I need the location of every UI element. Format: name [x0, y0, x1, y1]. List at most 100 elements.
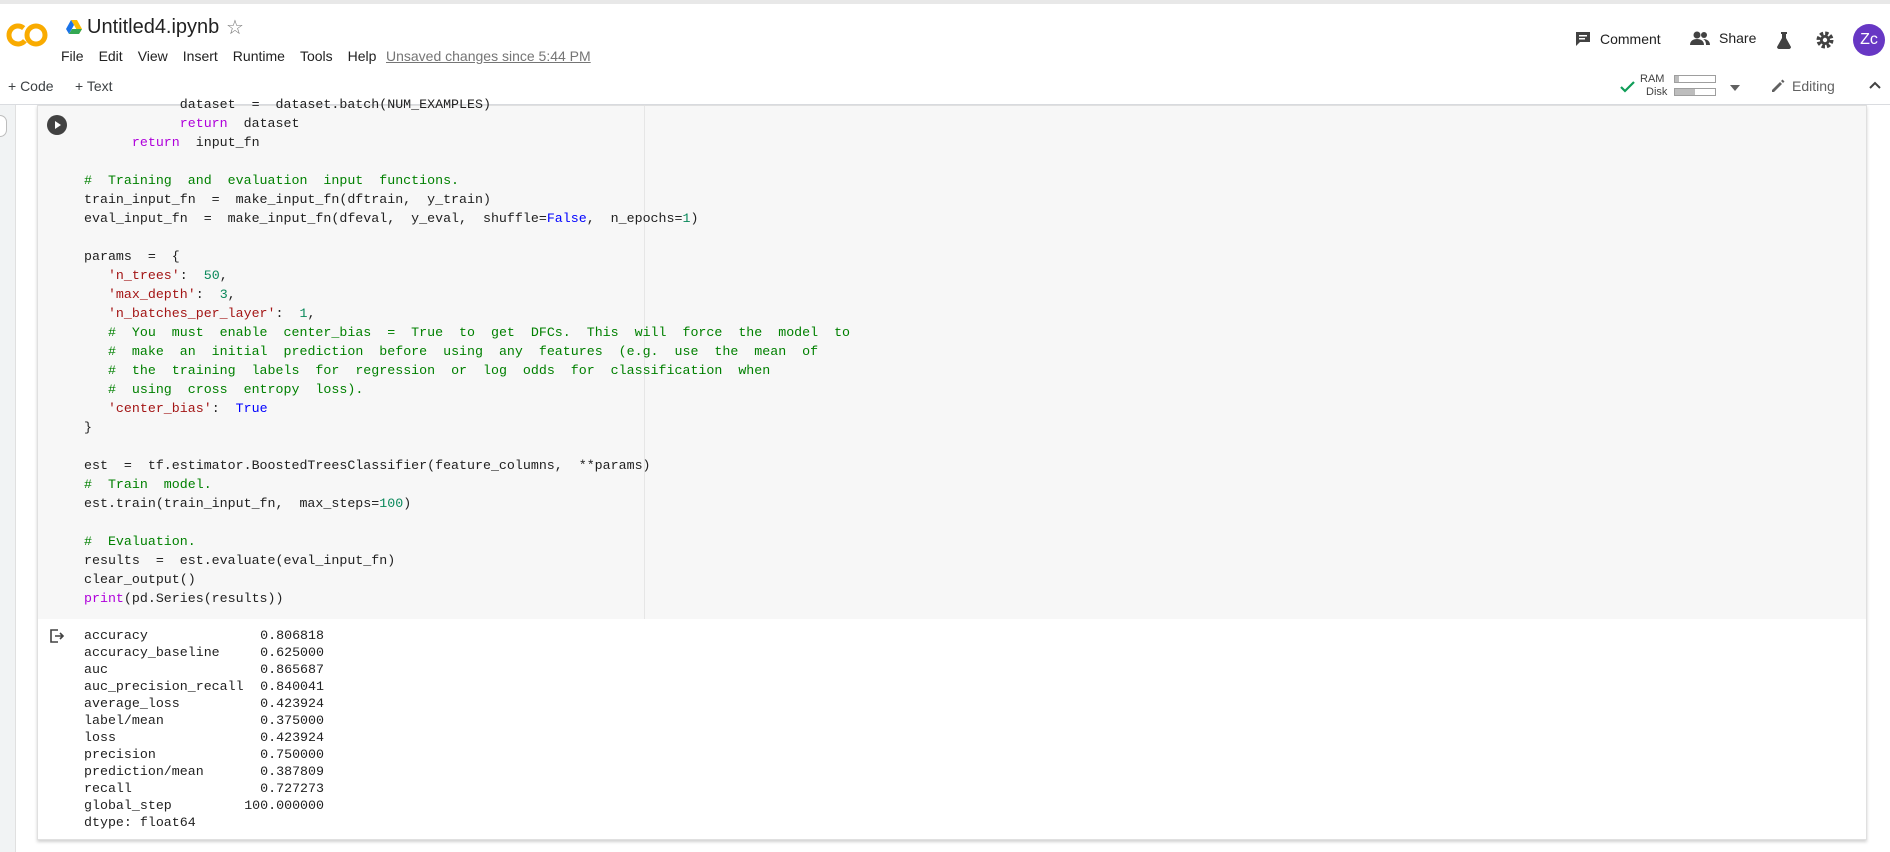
run-cell-button[interactable] — [47, 115, 67, 135]
dtype-line: dtype: float64 — [84, 815, 196, 830]
output-row: loss 0.423924 — [84, 729, 324, 746]
editing-label: Editing — [1792, 78, 1835, 94]
colab-logo[interactable] — [6, 22, 48, 48]
code-line: params = { — [84, 249, 180, 264]
code-editor[interactable]: dataset = dataset.batch(NUM_EXAMPLES) re… — [38, 97, 1866, 619]
code-lines: dataset = dataset.batch(NUM_EXAMPLES) re… — [84, 95, 850, 608]
code-cell[interactable]: dataset = dataset.batch(NUM_EXAMPLES) re… — [37, 97, 1867, 840]
metric-name: label/mean — [84, 713, 164, 728]
check-icon — [1620, 81, 1635, 93]
output-row: global_step 100.000000 — [84, 797, 324, 814]
metric-name: prediction/mean — [84, 764, 204, 779]
side-panel-toggle[interactable] — [0, 115, 7, 137]
flask-icon[interactable] — [1776, 31, 1792, 49]
app-header: Untitled4.ipynb ☆ File Edit View Insert … — [0, 0, 1890, 69]
metric-value: 0.423924 — [260, 696, 324, 711]
code-line: 'n_trees': 50, — [107, 268, 228, 283]
star-icon[interactable]: ☆ — [226, 15, 244, 40]
code-line: 'max_depth': 3, — [107, 287, 236, 302]
menu-runtime[interactable]: Runtime — [233, 48, 285, 64]
caret-down-icon[interactable] — [1730, 84, 1740, 92]
output-icon[interactable] — [49, 628, 65, 644]
notebook-title[interactable]: Untitled4.ipynb — [87, 16, 219, 39]
pencil-icon — [1772, 79, 1785, 92]
code-line: # the training labels for regression or … — [107, 363, 771, 378]
code-line: # Evaluation. — [84, 534, 196, 549]
cell-output: accuracy 0.806818 accuracy_baseline 0.62500… — [38, 619, 1866, 839]
output-row: recall 0.727273 — [84, 780, 324, 797]
output-row: accuracy_baseline 0.625000 — [84, 644, 324, 661]
code-line: 'center_bias': True — [107, 401, 268, 416]
output-row: auc 0.865687 — [84, 661, 324, 678]
code-line: train_input_fn = make_input_fn(dftrain, … — [84, 192, 491, 207]
code-line: clear_output() — [84, 572, 196, 587]
avatar[interactable]: Zc — [1853, 24, 1885, 56]
code-line: return dataset — [179, 116, 300, 131]
share-label: Share — [1719, 30, 1757, 46]
metric-name: recall — [84, 781, 132, 796]
metric-value: 0.806818 — [260, 628, 324, 643]
metric-value: 0.750000 — [260, 747, 324, 762]
code-line: # using cross entropy loss). — [107, 382, 364, 397]
disk-usage-bar — [1674, 88, 1716, 96]
editing-mode-button[interactable]: Editing — [1770, 78, 1835, 94]
ram-label: RAM — [1640, 73, 1665, 85]
menu-insert[interactable]: Insert — [183, 48, 218, 64]
ram-usage-bar — [1674, 75, 1716, 83]
output-row: accuracy 0.806818 — [84, 627, 324, 644]
menu-tools[interactable]: Tools — [300, 48, 333, 64]
output-row: average_loss 0.423924 — [84, 695, 324, 712]
gear-icon[interactable] — [1815, 30, 1835, 50]
unsaved-changes-link[interactable]: Unsaved changes since 5:44 PM — [386, 48, 591, 64]
add-code-button[interactable]: + Code — [8, 78, 54, 94]
code-line: return input_fn — [131, 135, 260, 150]
add-text-button[interactable]: + Text — [75, 78, 113, 94]
disk-usage-fill — [1675, 89, 1695, 95]
code-line: print(pd.Series(results)) — [84, 591, 284, 606]
code-line: } — [84, 420, 92, 435]
people-icon — [1690, 31, 1710, 45]
comment-button[interactable]: Comment — [1574, 30, 1661, 48]
metric-value: 0.375000 — [260, 713, 324, 728]
chevron-up-icon[interactable] — [1868, 78, 1882, 92]
metric-value: 0.727273 — [260, 781, 324, 796]
metric-value: 0.625000 — [260, 645, 324, 660]
metric-value: 100.000000 — [244, 798, 324, 813]
disk-label: Disk — [1646, 86, 1668, 98]
metric-value: 0.840041 — [260, 679, 324, 694]
code-line: eval_input_fn = make_input_fn(dfeval, y_… — [84, 211, 699, 226]
ram-usage-fill — [1675, 76, 1679, 82]
metric-name: global_step — [84, 798, 172, 813]
code-line: # You must enable center_bias = True to … — [107, 325, 851, 340]
metric-value: 0.387809 — [260, 764, 324, 779]
output-row: auc_precision_recall 0.840041 — [84, 678, 324, 695]
menu-edit[interactable]: Edit — [99, 48, 123, 64]
code-line: # Training and evaluation input function… — [84, 173, 460, 188]
drive-icon[interactable] — [66, 20, 82, 34]
code-line: est = tf.estimator.BoostedTreesClassifie… — [84, 458, 651, 473]
menu-view[interactable]: View — [138, 48, 168, 64]
menu-file[interactable]: File — [61, 48, 84, 64]
metric-name: auc — [84, 662, 108, 677]
metric-name: accuracy_baseline — [84, 645, 220, 660]
metric-name: average_loss — [84, 696, 180, 711]
metric-name: precision — [84, 747, 156, 762]
metric-name: accuracy — [84, 628, 148, 643]
code-line: est.train(train_input_fn, max_steps=100) — [84, 496, 412, 511]
metric-name: auc_precision_recall — [84, 679, 244, 694]
code-line: 'n_batches_per_layer': 1, — [107, 306, 316, 321]
metric-value: 0.423924 — [260, 730, 324, 745]
output-row: prediction/mean 0.387809 — [84, 763, 324, 780]
menu-help[interactable]: Help — [348, 48, 377, 64]
output-row: precision 0.750000 — [84, 746, 324, 763]
left-side-panel — [0, 105, 16, 852]
output-row: label/mean 0.375000 — [84, 712, 324, 729]
share-button[interactable]: Share — [1689, 30, 1756, 46]
code-line: results = est.evaluate(eval_input_fn) — [84, 553, 396, 568]
menu-bar: File Edit View Insert Runtime Tools Help — [61, 48, 391, 64]
code-line: dataset = dataset.batch(NUM_EXAMPLES) — [84, 97, 491, 112]
